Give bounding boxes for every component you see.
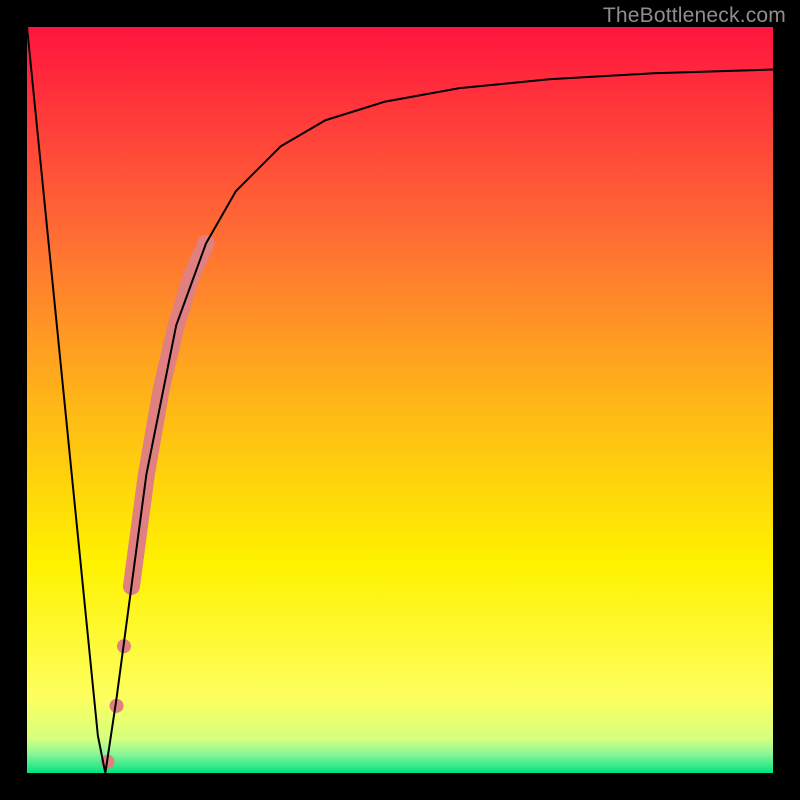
watermark-text: TheBottleneck.com — [603, 4, 786, 28]
chart-svg — [27, 27, 773, 773]
gradient-background — [27, 27, 773, 773]
plot-area — [27, 27, 773, 773]
chart-frame: TheBottleneck.com — [0, 0, 800, 800]
